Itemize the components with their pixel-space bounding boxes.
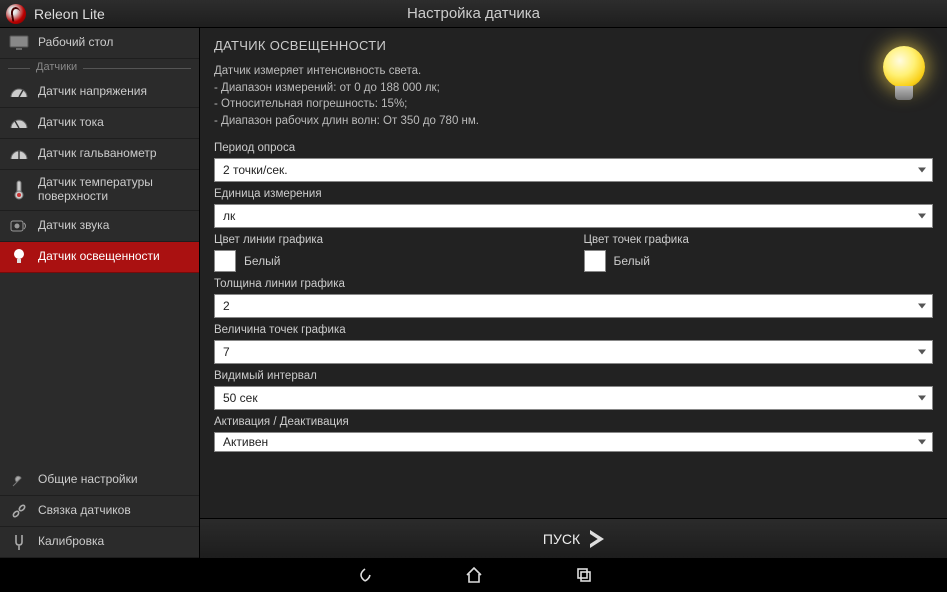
sidebar-item-label: Датчик звука: [38, 219, 109, 233]
topbar: Releon Lite Настройка датчика: [0, 0, 947, 28]
play-icon: [590, 530, 604, 548]
point-color-label: Цвет точек графика: [584, 234, 934, 246]
line-color-value: Белый: [244, 254, 280, 268]
sound-icon: [8, 217, 30, 235]
sidebar-item-calibration[interactable]: Калибровка: [0, 527, 199, 558]
main-content: ДАТЧИК ОСВЕЩЕННОСТИ Датчик измеряет инте…: [200, 28, 947, 518]
sidebar-item-label: Калибровка: [38, 535, 104, 549]
sidebar-item-link[interactable]: Связка датчиков: [0, 496, 199, 527]
start-button-label: ПУСК: [543, 531, 580, 547]
activation-label: Активация / Деактивация: [214, 416, 933, 428]
sidebar-item-label: Датчик температуры поверхности: [38, 176, 191, 204]
sidebar-item-current[interactable]: Датчик тока: [0, 108, 199, 139]
visible-interval-label: Видимый интервал: [214, 370, 933, 382]
sidebar-item-light[interactable]: Датчик освещенности: [0, 242, 199, 273]
point-size-select[interactable]: 7: [214, 340, 933, 364]
page-title: Настройка датчика: [200, 5, 747, 22]
sidebar-item-voltage[interactable]: Датчик напряжения: [0, 77, 199, 108]
poll-period-select[interactable]: 2 точки/сек.: [214, 158, 933, 182]
chevron-down-icon: [918, 439, 926, 444]
sensor-description: Датчик измеряет интенсивность света. - Д…: [214, 63, 754, 130]
gauge-icon: [8, 83, 30, 101]
line-width-select[interactable]: 2: [214, 294, 933, 318]
sidebar-item-settings[interactable]: Общие настройки: [0, 465, 199, 496]
gauge-icon: [8, 145, 30, 163]
unit-label: Единица измерения: [214, 188, 933, 200]
android-navbar: [0, 558, 947, 592]
point-color-value: Белый: [614, 254, 650, 268]
sidebar-item-label: Рабочий стол: [38, 36, 113, 50]
sidebar-item-label: Датчик тока: [38, 116, 104, 130]
activation-select[interactable]: Активен: [214, 432, 933, 452]
chevron-down-icon: [918, 213, 926, 218]
wrench-icon: [8, 471, 30, 489]
unit-select[interactable]: лк: [214, 204, 933, 228]
point-color-swatch[interactable]: [584, 250, 606, 272]
line-width-label: Толщина линии графика: [214, 278, 933, 290]
sidebar-item-label: Общие настройки: [38, 473, 138, 487]
sidebar-item-label: Датчик гальванометр: [38, 147, 157, 161]
tuning-fork-icon: [8, 533, 30, 551]
sidebar-item-sound[interactable]: Датчик звука: [0, 211, 199, 242]
visible-interval-select[interactable]: 50 сек: [214, 386, 933, 410]
line-color-label: Цвет линии графика: [214, 234, 564, 246]
chevron-down-icon: [918, 167, 926, 172]
sidebar-section-sensors: Датчики: [0, 61, 199, 75]
sidebar-item-desktop[interactable]: Рабочий стол: [0, 28, 199, 59]
bulb-icon: [8, 248, 30, 266]
chevron-down-icon: [918, 349, 926, 354]
app-logo-icon: [6, 4, 26, 24]
thermometer-icon: [8, 181, 30, 199]
recent-apps-icon[interactable]: [574, 565, 594, 585]
sidebar-item-label: Датчик освещенности: [38, 250, 160, 264]
chevron-down-icon: [918, 303, 926, 308]
sensor-heading: ДАТЧИК ОСВЕЩЕННОСТИ: [214, 38, 933, 53]
poll-period-label: Период опроса: [214, 142, 933, 154]
chevron-down-icon: [918, 395, 926, 400]
sidebar-item-temperature[interactable]: Датчик температуры поверхности: [0, 170, 199, 211]
home-icon[interactable]: [464, 565, 484, 585]
chain-icon: [8, 502, 30, 520]
sidebar-item-label: Связка датчиков: [38, 504, 131, 518]
gauge-icon: [8, 114, 30, 132]
sidebar-item-galvanometer[interactable]: Датчик гальванометр: [0, 139, 199, 170]
point-size-label: Величина точек графика: [214, 324, 933, 336]
lightbulb-illustration-icon: [881, 46, 927, 110]
sidebar-item-label: Датчик напряжения: [38, 85, 147, 99]
sidebar: Рабочий стол Датчики Датчик напряжения Д…: [0, 28, 200, 558]
start-button[interactable]: ПУСК: [200, 518, 947, 558]
app-name: Releon Lite: [34, 6, 105, 22]
monitor-icon: [8, 34, 30, 52]
back-icon[interactable]: [354, 565, 374, 585]
line-color-swatch[interactable]: [214, 250, 236, 272]
